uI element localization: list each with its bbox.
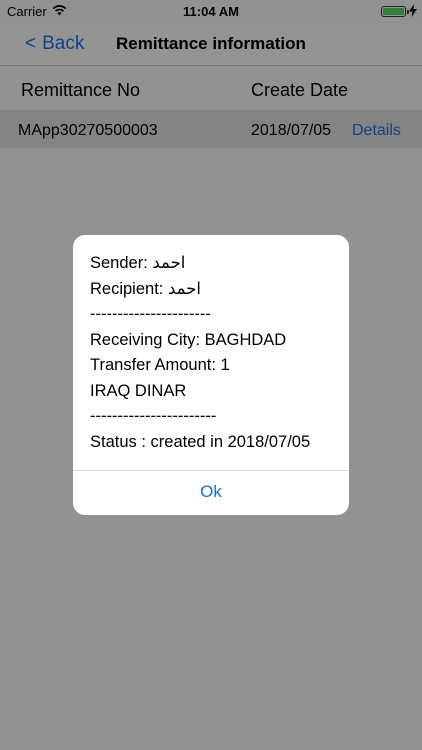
sender-line: Sender: احمد — [90, 254, 186, 272]
receiving-city-line: Receiving City: BAGHDAD — [90, 330, 287, 349]
separator-line: ---------------------- — [90, 305, 211, 323]
alert-dialog: Sender: احمد Recipient: احمد -----------… — [73, 235, 349, 515]
currency-line: IRAQ DINAR — [90, 381, 187, 400]
status-line: Status : created in 2018/07/05 — [90, 432, 311, 451]
ok-button[interactable]: Ok — [73, 471, 349, 515]
transfer-amount-line: Transfer Amount: 1 — [90, 356, 230, 374]
separator-line: ----------------------- — [90, 407, 217, 425]
recipient-line: Recipient: احمد — [90, 279, 201, 298]
alert-message: Sender: احمد Recipient: احمد -----------… — [90, 251, 340, 455]
